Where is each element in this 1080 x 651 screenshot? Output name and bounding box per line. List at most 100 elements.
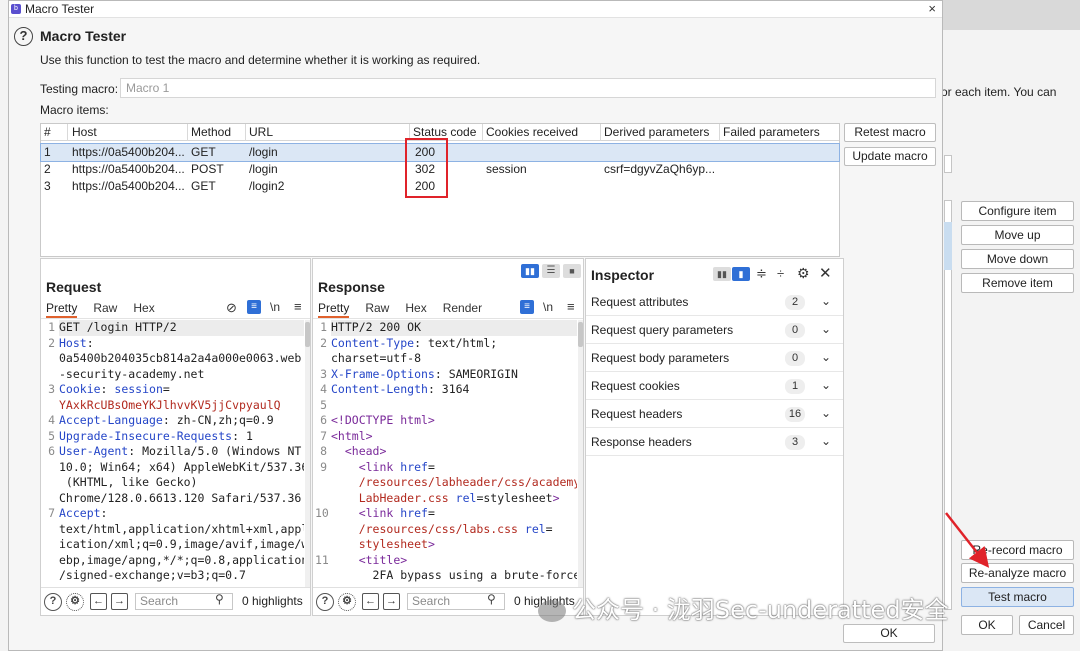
background-dialog: or each item. You can Configure item Mov… — [930, 30, 1080, 651]
column-header[interactable]: Derived parameters — [604, 124, 709, 141]
inspector-row-label: Request cookies — [591, 379, 680, 393]
chevron-down-icon[interactable]: ⌄ — [821, 378, 831, 392]
layout-icon[interactable]: ▮▮ — [713, 267, 731, 281]
inspector-row-label: Request query parameters — [591, 323, 734, 337]
request-scrollbar[interactable] — [305, 320, 310, 587]
watermark-text: 公众号 · 泷羽Sec-underatted安全 — [572, 596, 949, 624]
count-badge: 16 — [785, 407, 805, 422]
wechat-icon — [538, 600, 566, 622]
settings-gear-icon[interactable]: ⚙ — [66, 593, 84, 611]
re-record-macro-button[interactable]: Re-record macro — [961, 540, 1074, 560]
layout-selected-icon[interactable]: ▮ — [732, 267, 750, 281]
column-header[interactable]: Cookies received — [486, 124, 578, 141]
menu-icon[interactable]: ≡ — [567, 299, 575, 314]
watermark: 公众号 · 泷羽Sec-underatted安全 — [538, 590, 949, 625]
collapse-icon[interactable]: ≑ — [756, 266, 767, 282]
background-cancel-button[interactable]: Cancel — [1019, 615, 1074, 635]
response-title: Response — [318, 279, 385, 295]
chevron-down-icon[interactable]: ⌄ — [821, 434, 831, 448]
previous-arrow-icon[interactable]: ← — [362, 593, 379, 610]
single-view-icon[interactable]: ■ — [563, 264, 581, 278]
help-icon[interactable]: ? — [316, 593, 334, 611]
tab-pretty[interactable]: Pretty — [46, 301, 78, 318]
stacked-view-icon[interactable]: ☰ — [542, 264, 560, 278]
next-arrow-icon[interactable]: → — [383, 593, 400, 610]
tab-raw[interactable]: Raw — [365, 301, 389, 315]
column-header[interactable]: URL — [249, 124, 273, 141]
tab-raw[interactable]: Raw — [93, 301, 117, 315]
move-down-button[interactable]: Move down — [961, 249, 1074, 269]
next-arrow-icon[interactable]: → — [111, 593, 128, 610]
row-method: GET — [191, 145, 216, 159]
inspector-row-query-parameters[interactable]: Request query parameters 0 ⌄ — [586, 316, 843, 344]
re-analyze-macro-button[interactable]: Re-analyze macro — [961, 563, 1074, 583]
count-badge: 2 — [785, 295, 805, 310]
tab-hex[interactable]: Hex — [133, 301, 154, 315]
hide-eye-icon[interactable]: ⊘ — [226, 300, 237, 316]
chevron-down-icon[interactable]: ⌄ — [821, 406, 831, 420]
inspector-row-label: Request body parameters — [591, 351, 730, 365]
remove-item-button[interactable]: Remove item — [961, 273, 1074, 293]
tab-hex[interactable]: Hex — [405, 301, 426, 315]
help-icon[interactable]: ? — [44, 593, 62, 611]
background-ok-button[interactable]: OK — [961, 615, 1013, 635]
close-icon[interactable]: ✕ — [819, 264, 832, 282]
request-tabs: Pretty Raw Hex — [46, 301, 171, 318]
move-up-button[interactable]: Move up — [961, 225, 1074, 245]
inspector-row-request-cookies[interactable]: Request cookies 1 ⌄ — [586, 372, 843, 400]
count-badge: 3 — [785, 435, 805, 450]
retest-macro-button[interactable]: Retest macro — [844, 123, 936, 142]
row-number: 1 — [44, 145, 51, 159]
request-search-bar: ? ⚙ ← → Search ⚲ 0 highlights — [41, 587, 310, 615]
newline-icon[interactable]: \n — [270, 300, 280, 314]
update-macro-button[interactable]: Update macro — [844, 147, 936, 166]
row-url: /login2 — [249, 179, 285, 193]
background-description: or each item. You can — [941, 85, 1057, 99]
help-icon[interactable]: ? — [14, 27, 33, 46]
request-title: Request — [46, 279, 102, 295]
menu-icon[interactable]: ≡ — [294, 299, 302, 314]
chevron-down-icon[interactable]: ⌄ — [821, 294, 831, 308]
close-icon[interactable]: × — [928, 1, 936, 16]
chevron-down-icon[interactable]: ⌄ — [821, 322, 831, 336]
page-description: Use this function to test the macro and … — [40, 53, 481, 67]
chevron-down-icon[interactable]: ⌄ — [821, 350, 831, 364]
request-body[interactable]: 1 GET /login HTTP/2 2 Host: 0a5400b204035c… — [41, 320, 304, 587]
newline-icon[interactable]: \n — [543, 300, 553, 314]
inspector-row-label: Response headers — [591, 435, 692, 449]
settings-gear-icon[interactable]: ⚙ — [338, 593, 356, 611]
ok-button[interactable]: OK — [843, 624, 935, 643]
background-field — [944, 155, 952, 173]
response-tabs: Pretty Raw Hex Render — [318, 301, 498, 318]
inspector-row-response-headers[interactable]: Response headers 3 ⌄ — [586, 428, 843, 456]
previous-arrow-icon[interactable]: ← — [90, 593, 107, 610]
message-actions-icon[interactable]: ≡ — [247, 300, 261, 314]
testing-macro-field: Macro 1 — [120, 78, 936, 98]
title-bar: b Macro Tester × — [9, 1, 942, 18]
column-header[interactable]: # — [44, 124, 51, 141]
response-pane: ▮▮ ☰ ■ Response Pretty Raw Hex Render ≡ \n … — [312, 258, 584, 616]
inspector-row-label: Request attributes — [591, 295, 689, 309]
count-badge: 0 — [785, 351, 805, 366]
tab-render[interactable]: Render — [443, 301, 482, 315]
inspector-panel: Inspector ▮▮ ▮ ≑ ÷ ⚙ ✕ Request attribute… — [585, 258, 844, 616]
expand-icon[interactable]: ÷ — [777, 266, 784, 281]
column-header[interactable]: Failed parameters — [723, 124, 820, 141]
split-view-icon[interactable]: ▮▮ — [521, 264, 539, 278]
column-header[interactable]: Host — [72, 124, 97, 141]
test-macro-button[interactable]: Test macro — [961, 587, 1074, 607]
row-url: /login — [249, 162, 278, 176]
response-scrollbar[interactable] — [578, 320, 583, 587]
row-method: GET — [191, 179, 216, 193]
message-actions-icon[interactable]: ≡ — [520, 300, 534, 314]
row-host: https://0a5400b204... — [72, 145, 185, 159]
response-body[interactable]: 1 HTTP/2 200 OK 2 Content-Type: text/html;… — [313, 320, 577, 587]
inspector-row-request-attributes[interactable]: Request attributes 2 ⌄ — [586, 288, 843, 316]
inspector-row-body-parameters[interactable]: Request body parameters 0 ⌄ — [586, 344, 843, 372]
macro-items-label: Macro items: — [40, 103, 109, 117]
settings-gear-icon[interactable]: ⚙ — [797, 265, 810, 282]
configure-item-button[interactable]: Configure item — [961, 201, 1074, 221]
column-header[interactable]: Method — [191, 124, 231, 141]
tab-pretty[interactable]: Pretty — [318, 301, 350, 318]
inspector-row-request-headers[interactable]: Request headers 16 ⌄ — [586, 400, 843, 428]
